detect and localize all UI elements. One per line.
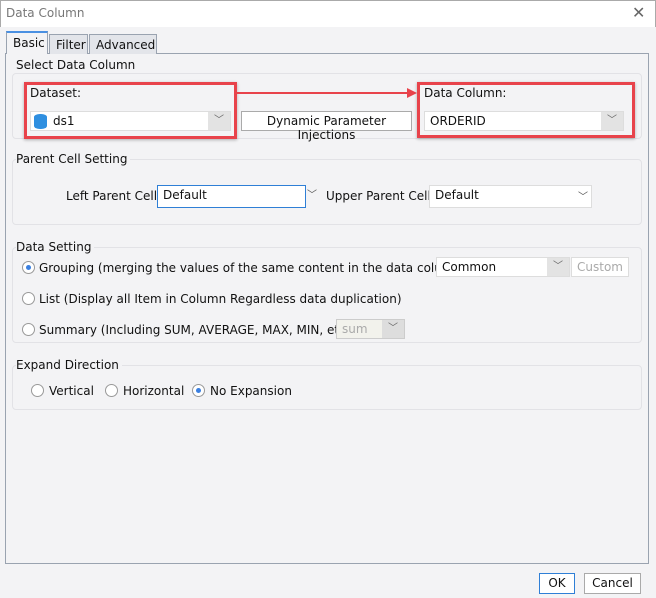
grouping-select[interactable]: Common ﹀: [436, 257, 570, 277]
arrow-line: [237, 92, 409, 94]
upper-parent-label: Upper Parent Cell:: [326, 189, 435, 203]
ok-button[interactable]: OK: [539, 573, 575, 594]
summary-select[interactable]: sum ﹀: [336, 319, 405, 339]
close-icon[interactable]: ✕: [632, 3, 645, 22]
vertical-label: Vertical: [49, 384, 94, 398]
chevron-down-icon[interactable]: ﹀: [208, 112, 230, 130]
summary-value: sum: [342, 322, 368, 336]
parent-cell-title: Parent Cell Setting: [16, 152, 131, 166]
left-parent-label: Left Parent Cell:: [66, 189, 162, 203]
horizontal-radio[interactable]: [105, 384, 118, 397]
list-label: List (Display all Item in Column Regardl…: [39, 292, 402, 306]
dataset-value: ds1: [53, 114, 75, 128]
arrow-head-icon: [407, 88, 417, 98]
database-icon: [34, 114, 47, 129]
no-expansion-label: No Expansion: [210, 384, 292, 398]
select-data-column-title: Select Data Column: [16, 58, 139, 72]
data-column-value: ORDERID: [430, 114, 486, 128]
list-radio[interactable]: [22, 292, 35, 305]
grouping-radio[interactable]: [22, 261, 35, 274]
title-bar: [0, 0, 656, 27]
chevron-down-icon[interactable]: ﹀: [601, 112, 623, 130]
upper-parent-value: Default: [435, 188, 479, 202]
left-parent-select[interactable]: Default: [157, 185, 306, 208]
chevron-down-icon[interactable]: ﹀: [307, 186, 317, 201]
dataset-label: Dataset:: [30, 86, 82, 100]
tab-filter[interactable]: Filter: [49, 34, 88, 54]
upper-parent-select[interactable]: Default ﹀: [429, 185, 592, 208]
vertical-radio[interactable]: [31, 384, 44, 397]
window-title: Data Column: [6, 6, 85, 20]
grouping-label: Grouping (merging the values of the same…: [39, 261, 466, 275]
tab-basic[interactable]: Basic: [6, 31, 48, 54]
chevron-down-icon[interactable]: ﹀: [578, 188, 588, 203]
summary-radio[interactable]: [22, 323, 35, 336]
horizontal-label: Horizontal: [123, 384, 185, 398]
summary-label: Summary (Including SUM, AVERAGE, MAX, MI…: [39, 323, 355, 337]
dataset-select[interactable]: ds1 ﹀: [30, 111, 231, 131]
dynamic-parameter-injections-button[interactable]: Dynamic Parameter Injections: [241, 111, 412, 142]
tab-advanced[interactable]: Advanced: [89, 34, 157, 54]
data-column-label: Data Column:: [424, 86, 507, 100]
chevron-down-icon[interactable]: ﹀: [547, 258, 569, 276]
expand-direction-title: Expand Direction: [16, 358, 122, 372]
cancel-button[interactable]: Cancel: [584, 573, 641, 594]
data-column-select[interactable]: ORDERID ﹀: [424, 111, 624, 131]
chevron-down-icon[interactable]: ﹀: [382, 320, 404, 338]
grouping-value: Common: [442, 260, 497, 274]
custom-button[interactable]: Custom: [571, 257, 629, 277]
data-setting-title: Data Setting: [16, 240, 95, 254]
no-expansion-radio[interactable]: [192, 384, 205, 397]
